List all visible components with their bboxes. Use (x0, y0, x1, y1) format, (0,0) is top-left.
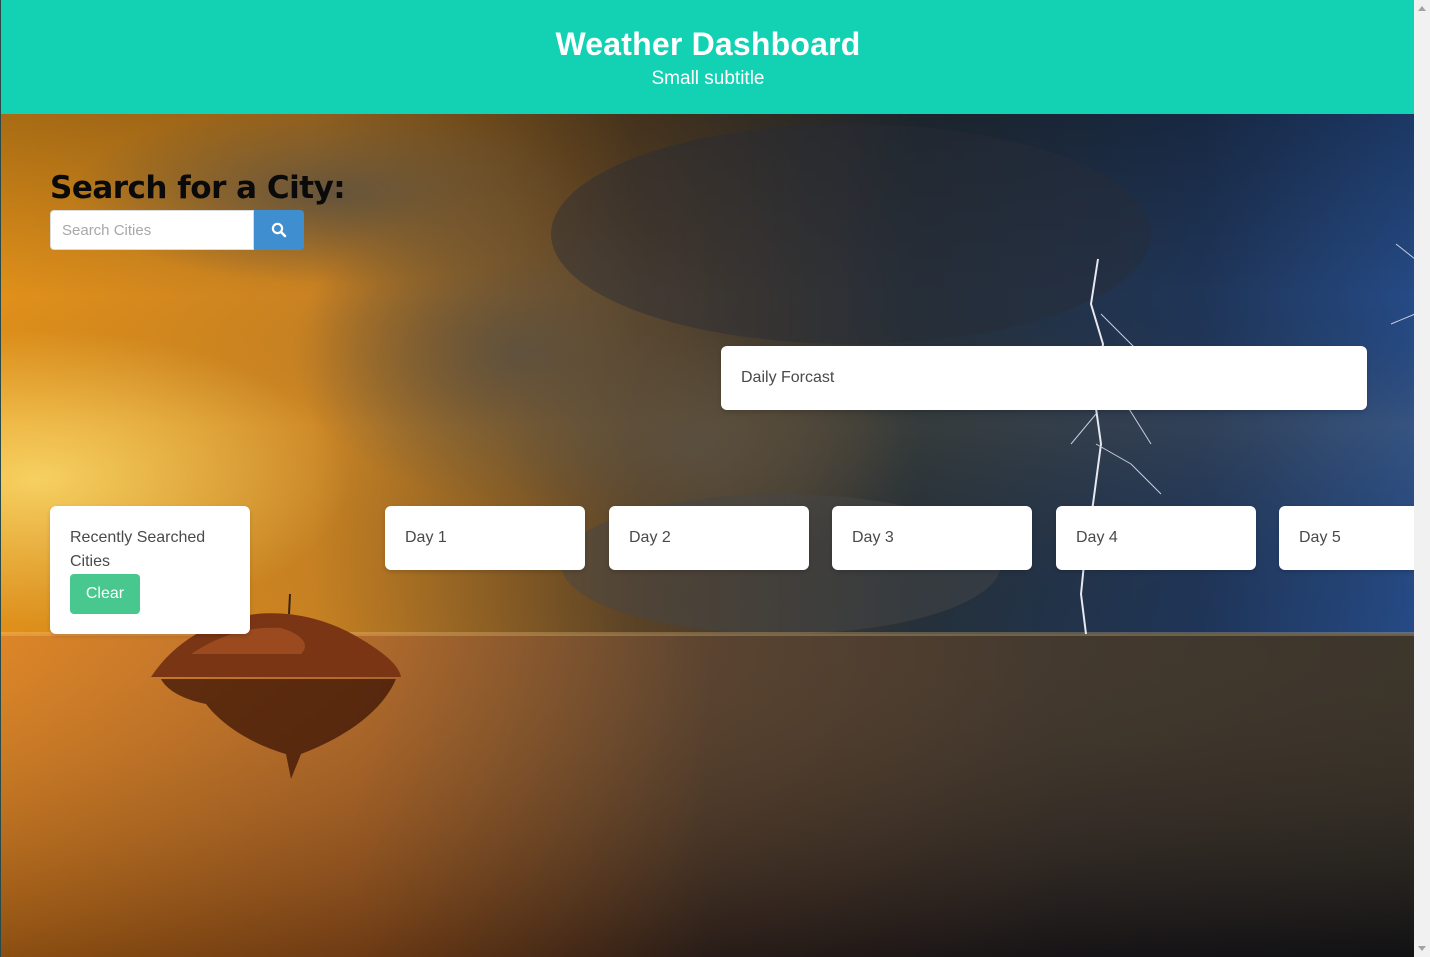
search-heading: Search for a City: (50, 170, 346, 206)
forecast-day-label: Day 5 (1299, 529, 1341, 546)
recent-searches-card: Recently Searched Cities Clear (50, 506, 250, 634)
scroll-down-arrow-icon[interactable] (1418, 946, 1426, 951)
search-button[interactable] (254, 210, 304, 250)
page-subtitle: Small subtitle (651, 68, 765, 89)
vertical-scrollbar[interactable] (1414, 0, 1430, 957)
forecast-day-label: Day 3 (852, 529, 894, 546)
forecast-day-card: Day 4 (1056, 506, 1256, 570)
clear-button[interactable]: Clear (70, 574, 140, 614)
hero-header: Weather Dashboard Small subtitle (1, 0, 1414, 114)
search-input[interactable] (50, 210, 254, 250)
page-title: Weather Dashboard (555, 26, 861, 62)
forecast-day-label: Day 2 (629, 529, 671, 546)
daily-forecast-card: Daily Forcast (721, 346, 1367, 410)
daily-forecast-label: Daily Forcast (741, 369, 835, 386)
forecast-day-card: Day 2 (609, 506, 809, 570)
forecast-day-card: Day 3 (832, 506, 1032, 570)
forecast-day-card: Day 5 (1279, 506, 1414, 570)
page: Weather Dashboard Small subtitle Search … (0, 0, 1414, 957)
forecast-day-label: Day 1 (405, 529, 447, 546)
recent-searches-label: Recently Searched Cities (70, 529, 206, 570)
scroll-up-arrow-icon[interactable] (1418, 6, 1426, 11)
search-icon (271, 222, 287, 238)
forecast-day-card: Day 1 (385, 506, 585, 570)
forecast-day-label: Day 4 (1076, 529, 1118, 546)
